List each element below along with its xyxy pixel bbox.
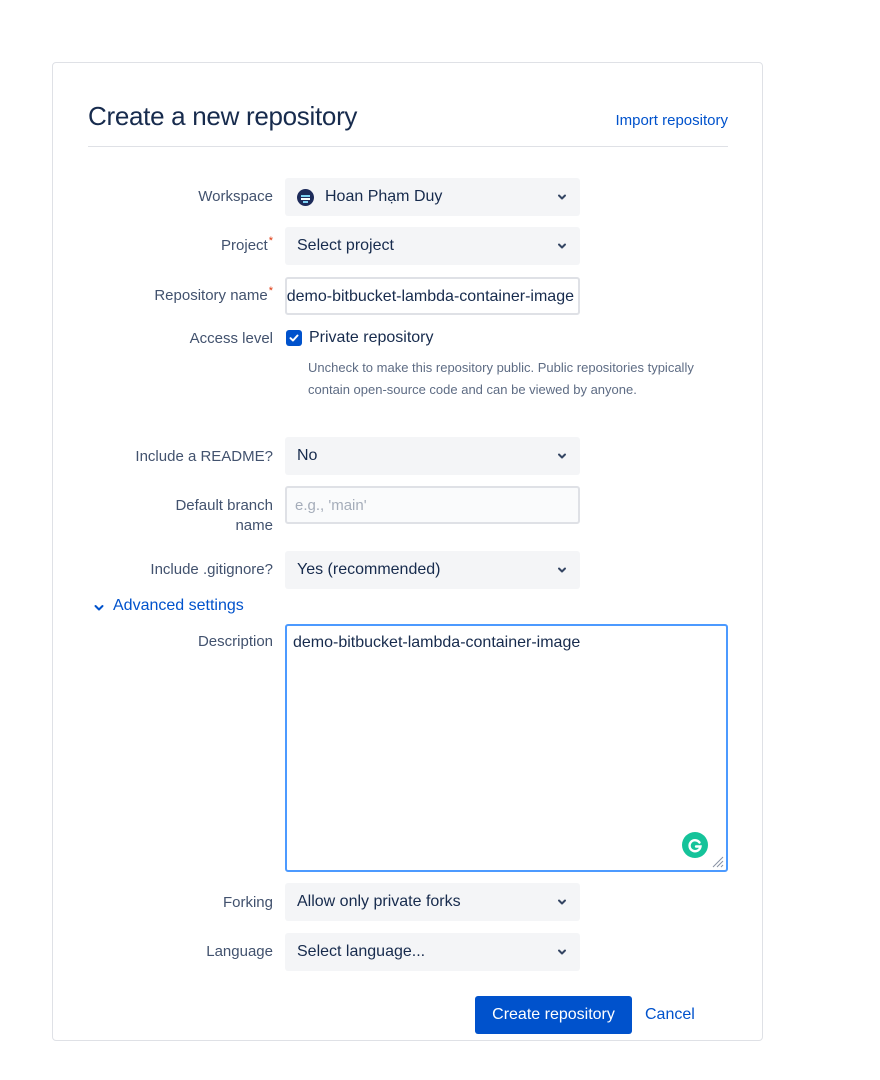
workspace-select[interactable]: Hoan Phạm Duy (285, 178, 580, 216)
language-value: Select language... (297, 943, 426, 960)
gitignore-value: Yes (recommended) (297, 561, 441, 578)
default-branch-placeholder: e.g., 'main' (295, 497, 367, 514)
gitignore-label: Include .gitignore? (150, 561, 273, 578)
private-repository-label[interactable]: Private repository (309, 329, 434, 347)
language-select[interactable]: Select language... (285, 933, 580, 971)
description-value: demo-bitbucket-lambda-container-image (293, 634, 581, 651)
chevron-down-icon (558, 453, 566, 459)
workspace-avatar-icon (297, 189, 314, 206)
private-repository-checkbox[interactable] (286, 330, 302, 346)
advanced-settings-label: Advanced settings (113, 597, 244, 614)
description-textarea[interactable]: demo-bitbucket-lambda-container-image (285, 624, 728, 872)
import-repository-link[interactable]: Import repository (615, 112, 728, 129)
repository-name-label: Repository name* (154, 285, 273, 304)
default-branch-label: Default branch name (175, 497, 273, 534)
access-level-label: Access level (189, 330, 273, 347)
repository-name-input[interactable]: demo-bitbucket-lambda-container-image (285, 277, 580, 315)
resize-handle-icon[interactable] (710, 854, 724, 868)
access-level-help-text: Uncheck to make this repository public. … (308, 360, 694, 397)
readme-value: No (297, 447, 318, 464)
cancel-button[interactable]: Cancel (645, 1006, 695, 1024)
readme-label: Include a README? (135, 448, 273, 465)
project-value: Select project (297, 237, 394, 254)
chevron-down-icon (558, 243, 566, 249)
forking-label: Forking (222, 894, 273, 911)
advanced-settings-toggle[interactable]: Advanced settings (93, 597, 244, 615)
grammarly-icon[interactable] (682, 832, 708, 858)
description-label: Description (197, 633, 273, 650)
chevron-down-icon (558, 194, 566, 200)
chevron-down-icon (558, 949, 566, 955)
workspace-value: Hoan Phạm Duy (325, 188, 443, 205)
project-select[interactable]: Select project (285, 227, 580, 265)
project-label: Project* (221, 235, 273, 254)
form-header: Create a new repository Import repositor… (88, 100, 728, 147)
readme-select[interactable]: No (285, 437, 580, 475)
checkmark-icon (289, 334, 299, 342)
default-branch-input[interactable]: e.g., 'main' (285, 486, 580, 524)
forking-select[interactable]: Allow only private forks (285, 883, 580, 921)
required-mark: * (268, 285, 273, 297)
language-label: Language (206, 943, 273, 960)
chevron-down-icon (558, 567, 566, 573)
page-title: Create a new repository (88, 101, 358, 131)
forking-value: Allow only private forks (297, 893, 461, 910)
workspace-label: Workspace (198, 188, 273, 205)
repository-name-value: demo-bitbucket-lambda-container-image (286, 288, 574, 305)
chevron-down-icon (558, 899, 566, 905)
gitignore-select[interactable]: Yes (recommended) (285, 551, 580, 589)
chevron-down-icon (94, 605, 104, 611)
required-mark: * (268, 235, 273, 247)
create-repository-button[interactable]: Create repository (475, 996, 632, 1034)
